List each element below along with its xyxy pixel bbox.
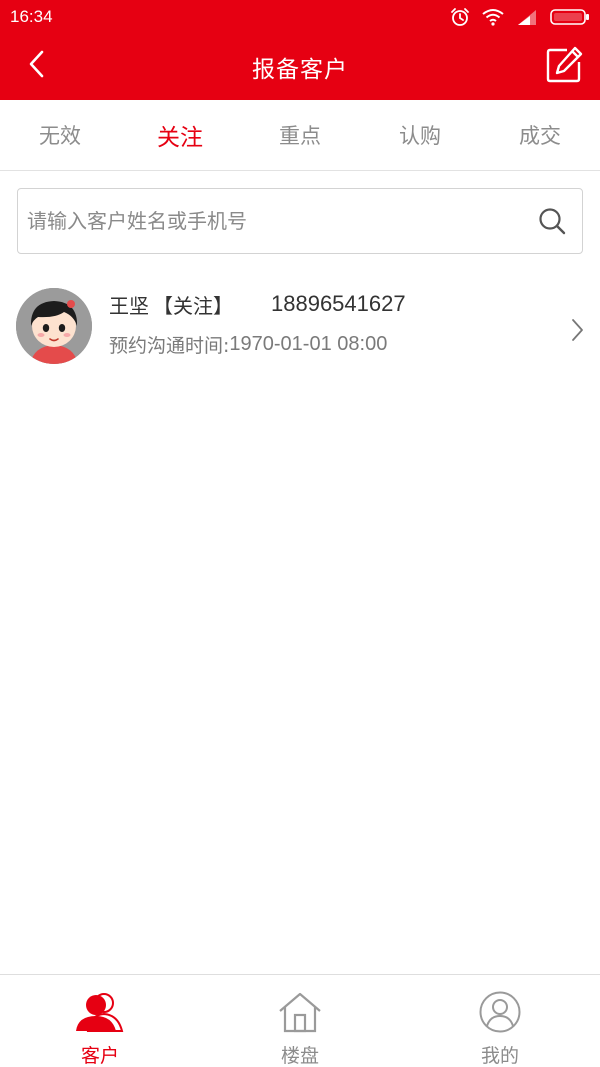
edit-button[interactable]	[544, 46, 584, 88]
house-icon	[277, 991, 323, 1037]
page-title: 报备客户	[252, 56, 348, 83]
nav-properties-label: 楼盘	[280, 1045, 319, 1067]
back-button[interactable]	[20, 49, 54, 83]
chevron-left-icon	[27, 49, 47, 83]
search-input[interactable]	[18, 189, 522, 253]
nav-customers-label: 客户	[80, 1045, 119, 1067]
header-bar: 报备客户	[0, 33, 600, 100]
status-time: 16:34	[10, 6, 53, 26]
edit-icon	[545, 46, 583, 88]
customers-icon	[74, 991, 126, 1037]
customer-name: 王坚	[109, 293, 149, 318]
appointment-line: 预约沟通时间: 1970-01-01 08:00	[109, 330, 406, 358]
appointment-label: 预约沟通时间:	[109, 334, 230, 357]
customer-header-line: 王坚 【关注】 18896541627	[109, 288, 406, 320]
tab-invalid[interactable]: 无效	[0, 100, 120, 170]
nav-properties[interactable]: 楼盘	[200, 975, 400, 1067]
filter-tabs: 无效 关注 重点 认购 成交	[0, 100, 600, 171]
customer-avatar	[16, 288, 92, 364]
nav-customers[interactable]: 客户	[0, 975, 200, 1067]
tab-key[interactable]: 重点	[240, 100, 360, 170]
customer-info: 王坚 【关注】 18896541627 预约沟通时间: 1970-01-01 0…	[109, 288, 406, 358]
status-icons	[450, 7, 590, 27]
user-icon	[478, 991, 522, 1037]
signal-icon	[516, 9, 538, 25]
search-icon[interactable]	[522, 189, 582, 253]
appointment-time: 1970-01-01 08:00	[229, 332, 388, 355]
customer-phone: 18896541627	[271, 291, 406, 316]
customer-status: 【关注】	[153, 293, 233, 318]
nav-profile[interactable]: 我的	[400, 975, 600, 1067]
status-bar: 16:34	[0, 0, 600, 33]
app-screen: 16:34 报备客户 无效 关注 重点 认购 成交 请输入客户姓名或手机号 王坚…	[0, 0, 600, 1067]
alarm-icon	[450, 7, 470, 27]
bottom-nav: 客户 楼盘 我的	[0, 974, 600, 1067]
chevron-right-icon	[570, 318, 584, 346]
battery-icon	[550, 8, 590, 25]
tab-follow[interactable]: 关注	[120, 100, 240, 170]
tab-subscribed[interactable]: 认购	[360, 100, 480, 170]
tab-closed-deal[interactable]: 成交	[480, 100, 600, 170]
search-box	[17, 188, 583, 254]
wifi-icon	[482, 8, 504, 26]
nav-profile-label: 我的	[480, 1045, 519, 1067]
customer-list-item[interactable]: 王坚 【关注】 18896541627 预约沟通时间: 1970-01-01 0…	[0, 270, 600, 382]
